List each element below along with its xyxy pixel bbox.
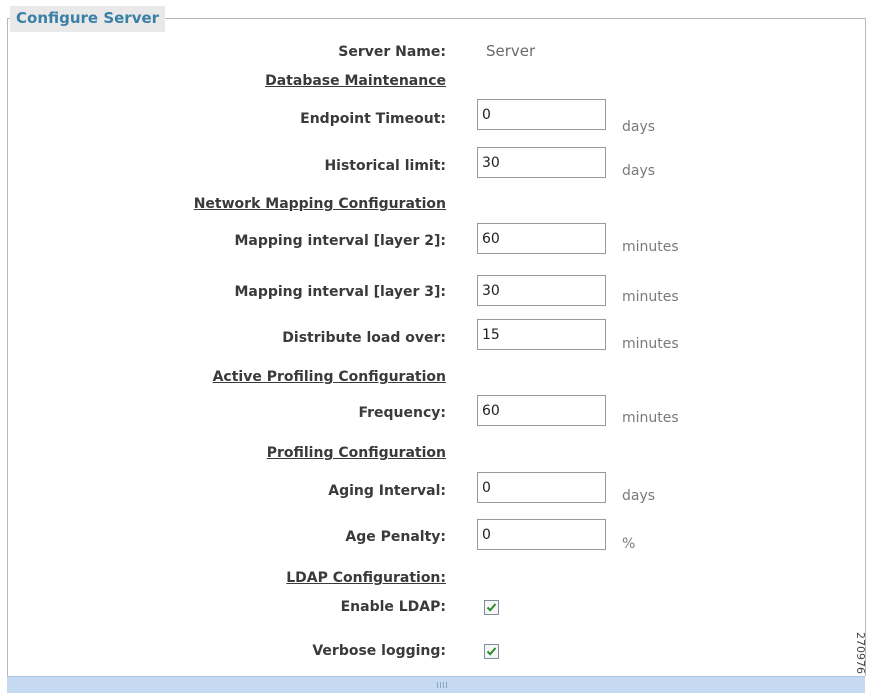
frequency-input[interactable] [477, 395, 606, 426]
aging-interval-label: Aging Interval: [328, 483, 446, 499]
distribute-load-input[interactable] [477, 319, 606, 350]
grip-handle-icon[interactable] [437, 682, 449, 688]
verbose-logging-checkbox[interactable] [484, 644, 499, 659]
age-penalty-label: Age Penalty: [345, 529, 446, 545]
age-penalty-input[interactable] [477, 519, 606, 550]
verbose-logging-label: Verbose logging: [312, 643, 446, 659]
historical-limit-unit: days [622, 163, 656, 179]
layer2-interval-unit: minutes [622, 239, 679, 255]
age-penalty-unit: % [622, 536, 636, 552]
endpoint-timeout-unit: days [622, 119, 656, 135]
aging-interval-unit: days [622, 488, 656, 504]
endpoint-timeout-label: Endpoint Timeout: [300, 111, 446, 127]
server-name-label: Server Name: [338, 44, 446, 60]
frequency-label: Frequency: [358, 405, 446, 421]
layer3-interval-input[interactable] [477, 275, 606, 306]
layer2-interval-label: Mapping interval [layer 2]: [234, 233, 446, 249]
resize-splitter-bar[interactable] [7, 676, 865, 693]
distribute-load-label: Distribute load over: [282, 330, 446, 346]
historical-limit-input[interactable] [477, 147, 606, 178]
check-mark-icon [486, 647, 497, 656]
ldap-heading: LDAP Configuration: [286, 570, 446, 586]
active-profiling-heading: Active Profiling Configuration [212, 369, 446, 385]
historical-limit-label: Historical limit: [324, 158, 446, 174]
layer3-interval-label: Mapping interval [layer 3]: [234, 284, 446, 300]
panel-title: Configure Server [10, 6, 166, 32]
database-maintenance-heading: Database Maintenance [265, 73, 446, 89]
profiling-heading: Profiling Configuration [266, 445, 446, 461]
network-mapping-heading: Network Mapping Configuration [193, 196, 446, 212]
enable-ldap-checkbox[interactable] [484, 600, 499, 615]
distribute-load-unit: minutes [622, 336, 679, 352]
aging-interval-input[interactable] [477, 472, 606, 503]
server-name-value: Server [486, 42, 536, 60]
layer2-interval-input[interactable] [477, 223, 606, 254]
enable-ldap-label: Enable LDAP: [340, 599, 446, 615]
endpoint-timeout-input[interactable] [477, 99, 606, 130]
layer3-interval-unit: minutes [622, 289, 679, 305]
frequency-unit: minutes [622, 410, 679, 426]
figure-id: 270976 [854, 632, 867, 674]
check-mark-icon [486, 603, 497, 612]
